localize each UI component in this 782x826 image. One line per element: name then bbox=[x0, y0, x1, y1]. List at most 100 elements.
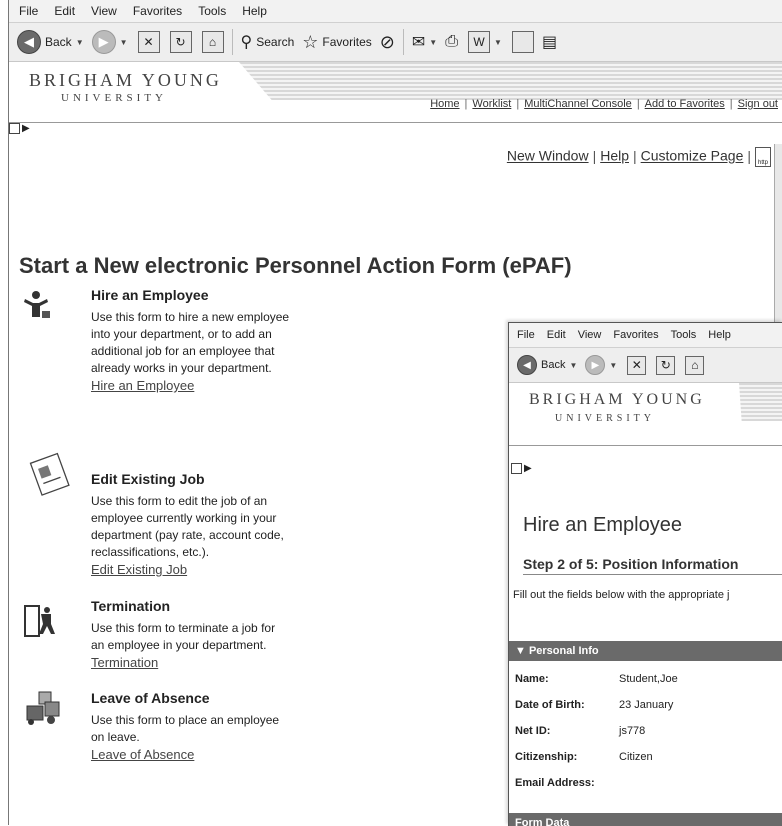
nav-add-to-favorites[interactable]: Add to Favorites bbox=[640, 98, 730, 110]
history-icon: ⊘ bbox=[379, 31, 395, 52]
chevron-down-icon[interactable]: ▼ bbox=[569, 361, 577, 370]
nav-home[interactable]: Home bbox=[425, 98, 464, 110]
chevron-down-icon[interactable]: ▼ bbox=[609, 361, 617, 370]
description-text: Use this form to terminate a job for an … bbox=[91, 621, 276, 652]
edit-existing-job-link[interactable]: Edit Existing Job bbox=[91, 561, 291, 578]
chevron-down-icon[interactable]: ▼ bbox=[429, 38, 437, 47]
search-button[interactable]: ⚲ Search bbox=[241, 32, 295, 52]
info-row-name: Name: Student,Joe bbox=[515, 673, 678, 685]
chevron-down-icon[interactable]: ▼ bbox=[120, 38, 128, 47]
browser-window-hire-employee: File Edit View Favorites Tools Help ◀ Ba… bbox=[508, 322, 782, 826]
word-icon[interactable]: W bbox=[468, 31, 491, 53]
menu-view[interactable]: View bbox=[91, 4, 117, 18]
forward-button[interactable]: ▶ ▼ bbox=[585, 355, 617, 375]
collapse-toggle[interactable]: ▶ bbox=[511, 463, 532, 474]
expand-arrow-icon: ▶ bbox=[22, 123, 30, 134]
menu-file[interactable]: File bbox=[19, 4, 38, 18]
item-description: Use this form to hire a new employee int… bbox=[91, 309, 291, 394]
exit-door-icon bbox=[24, 605, 55, 637]
printer-icon: ⎙ bbox=[445, 33, 459, 50]
leave-of-absence-link[interactable]: Leave of Absence bbox=[91, 746, 291, 763]
refresh-icon[interactable]: ↻ bbox=[169, 31, 192, 53]
new-window-link[interactable]: New Window bbox=[507, 148, 589, 164]
favorites-button[interactable]: ☆ Favorites bbox=[302, 32, 372, 53]
history-button[interactable]: ⊘ bbox=[380, 32, 395, 53]
toolbar-separator bbox=[231, 29, 233, 55]
banner-stripes bbox=[739, 383, 782, 421]
search-label: Search bbox=[256, 35, 295, 49]
forward-button[interactable]: ▶ ▼ bbox=[91, 30, 128, 54]
http-icon[interactable]: http bbox=[755, 147, 771, 167]
header-nav: Home | Worklist | MultiChannel Console | Add t… bbox=[425, 98, 782, 110]
nav-multichannel-console[interactable]: MultiChannel Console bbox=[519, 98, 637, 110]
item-heading: Termination bbox=[91, 598, 171, 614]
chevron-down-icon[interactable]: ▼ bbox=[76, 38, 84, 47]
back-label: Back bbox=[541, 359, 566, 371]
collapse-toggle[interactable]: ▶ bbox=[9, 123, 30, 134]
forward-arrow-icon: ▶ bbox=[91, 30, 116, 54]
home-icon[interactable]: ⌂ bbox=[685, 355, 705, 375]
utility-links: New Window | Help | Customize Page | http bbox=[507, 147, 771, 167]
menu-bar: File Edit View Favorites Tools Help bbox=[509, 323, 782, 348]
menu-tools[interactable]: Tools bbox=[198, 4, 226, 18]
menu-help[interactable]: Help bbox=[242, 4, 267, 18]
info-row-email: Email Address: bbox=[515, 777, 619, 789]
form-data-header[interactable]: Form Data bbox=[509, 813, 782, 826]
item-heading: Leave of Absence bbox=[91, 690, 210, 706]
item-heading: Hire an Employee bbox=[91, 287, 209, 303]
util-separator: | bbox=[633, 147, 637, 164]
info-row-dob: Date of Birth: 23 January bbox=[515, 699, 673, 711]
banner-stripes bbox=[239, 62, 782, 100]
menu-bar: File Edit View Favorites Tools Help bbox=[9, 0, 782, 23]
field-value: Citizen bbox=[619, 751, 653, 763]
discuss-icon[interactable] bbox=[511, 31, 534, 53]
instructions-text: Fill out the fields below with the appro… bbox=[513, 589, 730, 601]
field-label: Citizenship: bbox=[515, 751, 578, 763]
research-button[interactable]: ▤ bbox=[542, 32, 557, 52]
util-separator: | bbox=[592, 147, 597, 164]
chevron-down-icon[interactable]: ▼ bbox=[494, 38, 502, 47]
stop-icon[interactable]: ✕ bbox=[137, 31, 160, 53]
field-label: Date of Birth: bbox=[515, 699, 585, 711]
stop-icon[interactable]: ✕ bbox=[627, 355, 647, 375]
collapse-box-icon bbox=[511, 463, 522, 474]
back-button[interactable]: ◀ Back ▼ bbox=[17, 30, 84, 54]
util-separator: | bbox=[747, 147, 751, 164]
collapse-box-icon bbox=[9, 123, 20, 134]
byu-logo-line2: UNIVERSITY bbox=[61, 92, 167, 104]
menu-edit[interactable]: Edit bbox=[54, 4, 75, 18]
home-icon[interactable]: ⌂ bbox=[201, 31, 224, 53]
hire-employee-link[interactable]: Hire an Employee bbox=[91, 377, 291, 394]
menu-favorites[interactable]: Favorites bbox=[133, 4, 182, 18]
info-row-netid: Net ID: js778 bbox=[515, 725, 645, 737]
description-text: Use this form to edit the job of an empl… bbox=[91, 494, 284, 559]
help-link[interactable]: Help bbox=[600, 148, 629, 164]
item-heading: Edit Existing Job bbox=[91, 471, 205, 487]
star-icon: ☆ bbox=[302, 31, 319, 52]
nav-worklist[interactable]: Worklist bbox=[467, 98, 516, 110]
field-label: Name: bbox=[515, 673, 549, 685]
menu-tools[interactable]: Tools bbox=[671, 329, 697, 341]
termination-link[interactable]: Termination bbox=[91, 654, 291, 671]
back-button[interactable]: ◀ Back ▼ bbox=[517, 355, 577, 375]
back-label: Back bbox=[45, 35, 72, 49]
customize-page-link[interactable]: Customize Page bbox=[641, 148, 744, 164]
menu-help[interactable]: Help bbox=[708, 329, 731, 341]
description-text: Use this form to hire a new employee int… bbox=[91, 310, 290, 375]
field-label: Net ID: bbox=[515, 725, 551, 737]
item-description: Use this form to terminate a job for an … bbox=[91, 620, 291, 671]
menu-view[interactable]: View bbox=[578, 329, 602, 341]
person-icon bbox=[24, 291, 50, 318]
print-button[interactable]: ⎙ bbox=[445, 33, 458, 51]
search-icon: ⚲ bbox=[240, 34, 253, 51]
menu-favorites[interactable]: Favorites bbox=[613, 329, 658, 341]
nav-sign-out[interactable]: Sign out bbox=[733, 98, 782, 110]
item-description: Use this form to place an employee on le… bbox=[91, 712, 291, 763]
personal-info-header[interactable]: ▼ Personal Info bbox=[509, 641, 782, 661]
menu-edit[interactable]: Edit bbox=[547, 329, 566, 341]
toolbar: ◀ Back ▼ ▶ ▼ ✕ ↻ ⌂ ⚲ Search ☆ Favorites … bbox=[9, 23, 782, 62]
mail-button[interactable]: ✉ ▼ bbox=[412, 32, 437, 52]
refresh-icon[interactable]: ↻ bbox=[656, 355, 676, 375]
menu-file[interactable]: File bbox=[517, 329, 535, 341]
expand-arrow-icon: ▶ bbox=[524, 463, 532, 474]
